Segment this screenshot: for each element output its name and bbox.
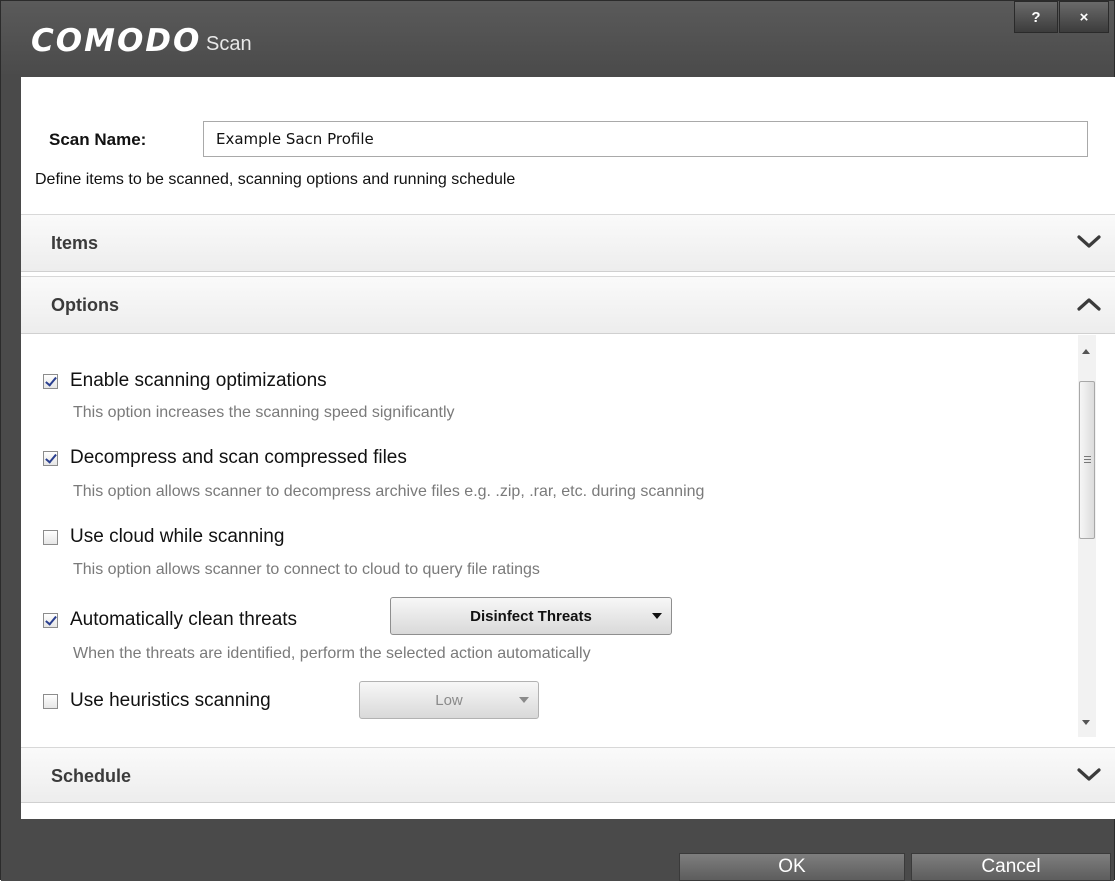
section-items-label: Items bbox=[51, 233, 99, 253]
chevron-up-icon bbox=[1077, 298, 1101, 311]
options-list: Enable scanning optimizations This optio… bbox=[21, 335, 1115, 745]
checkbox-auto-clean[interactable] bbox=[43, 612, 58, 628]
close-icon: × bbox=[1079, 8, 1089, 26]
help-button[interactable]: ? bbox=[1014, 1, 1058, 33]
chevron-down-icon bbox=[1077, 235, 1101, 248]
scrollbar-thumb[interactable] bbox=[1079, 381, 1095, 539]
title-bar[interactable]: COMODO Scan ? × bbox=[1, 1, 1114, 77]
option-label: Use cloud while scanning bbox=[70, 526, 285, 547]
heuristics-level-dropdown: Low bbox=[359, 681, 539, 719]
option-enable-optimizations[interactable]: Enable scanning optimizations bbox=[43, 370, 327, 392]
dropdown-arrow-icon bbox=[519, 697, 529, 703]
section-options-label: Options bbox=[51, 295, 119, 315]
checkbox-decompress-files[interactable] bbox=[43, 450, 58, 466]
scroll-up-icon[interactable] bbox=[1082, 349, 1090, 354]
cancel-button[interactable]: Cancel bbox=[911, 853, 1111, 881]
scan-name-label: Scan Name: bbox=[49, 130, 147, 149]
section-schedule-header[interactable]: Schedule bbox=[21, 747, 1115, 803]
checkbox-enable-optimizations[interactable] bbox=[43, 373, 58, 389]
scan-name-input[interactable]: Example Sacn Profile bbox=[203, 121, 1088, 157]
option-auto-clean[interactable]: Automatically clean threats bbox=[43, 609, 297, 631]
option-label: Use heuristics scanning bbox=[70, 690, 271, 711]
dropdown-arrow-icon bbox=[652, 613, 662, 619]
ok-button[interactable]: OK bbox=[679, 853, 905, 881]
scan-dialog: COMODO Scan ? × Scan Name: Example Sacn … bbox=[0, 0, 1115, 881]
checkbox-heuristics[interactable] bbox=[43, 693, 58, 709]
option-description: This option increases the scanning speed… bbox=[73, 404, 455, 421]
option-description: When the threats are identified, perform… bbox=[73, 645, 591, 662]
option-label: Automatically clean threats bbox=[70, 609, 298, 630]
section-schedule-label: Schedule bbox=[51, 766, 132, 786]
option-description: This option allows scanner to decompress… bbox=[73, 483, 705, 500]
option-description: This option allows scanner to connect to… bbox=[73, 561, 540, 578]
option-decompress-files[interactable]: Decompress and scan compressed files bbox=[43, 447, 407, 469]
dialog-footer: OK Cancel bbox=[1, 819, 1114, 881]
checkbox-use-cloud[interactable] bbox=[43, 529, 58, 545]
option-use-cloud[interactable]: Use cloud while scanning bbox=[43, 526, 284, 548]
dropdown-value: Low bbox=[435, 691, 463, 709]
chevron-down-icon bbox=[1077, 768, 1101, 781]
section-items-header[interactable]: Items bbox=[21, 214, 1115, 272]
window-title: Scan bbox=[206, 33, 252, 55]
options-scrollbar[interactable] bbox=[1078, 335, 1096, 737]
help-icon: ? bbox=[1031, 8, 1041, 26]
close-button[interactable]: × bbox=[1059, 1, 1109, 33]
scroll-down-icon[interactable] bbox=[1082, 720, 1090, 725]
clean-action-dropdown[interactable]: Disinfect Threats bbox=[390, 597, 672, 635]
comodo-logo: COMODO bbox=[31, 23, 202, 59]
section-options-header[interactable]: Options bbox=[21, 276, 1115, 334]
scan-profile-panel: Scan Name: Example Sacn Profile Define i… bbox=[21, 77, 1115, 819]
option-label: Enable scanning optimizations bbox=[70, 370, 327, 391]
dropdown-value: Disinfect Threats bbox=[470, 607, 592, 625]
scan-description: Define items to be scanned, scanning opt… bbox=[35, 171, 516, 188]
option-label: Decompress and scan compressed files bbox=[70, 447, 407, 468]
option-heuristics[interactable]: Use heuristics scanning bbox=[43, 690, 271, 712]
grip-icon bbox=[1084, 456, 1091, 457]
